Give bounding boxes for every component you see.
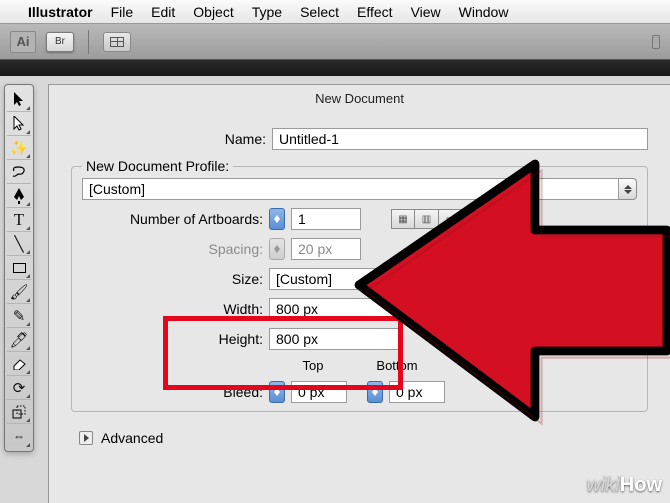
height-input[interactable]	[269, 328, 399, 350]
spacing-stepper	[269, 238, 285, 260]
orientation-portrait-button[interactable]: ▯	[615, 328, 637, 350]
advanced-label: Advanced	[101, 430, 163, 446]
bleed-bottom-stepper[interactable]	[367, 381, 383, 403]
artboard-arrangement-group: ▦ ▥ ▭ ▯	[391, 209, 487, 229]
size-select-arrows-icon[interactable]	[619, 268, 637, 290]
type-tool[interactable]: T	[7, 208, 31, 232]
menubar-window[interactable]: Window	[459, 4, 509, 20]
eraser-tool[interactable]	[7, 352, 31, 376]
watermark: wikiHow	[586, 474, 662, 497]
columns-stepper	[483, 238, 499, 260]
rectangle-tool[interactable]	[7, 256, 31, 280]
magic-wand-tool[interactable]: ✨	[7, 136, 31, 160]
menubar-effect[interactable]: Effect	[357, 4, 393, 20]
menubar-app[interactable]: Illustrator	[28, 4, 93, 20]
artboards-input[interactable]	[291, 208, 361, 230]
document-tab-rail	[0, 60, 670, 76]
columns-input	[505, 238, 559, 260]
grid-by-column-button[interactable]: ▥	[415, 209, 439, 229]
bleed-label: Bleed:	[82, 384, 263, 400]
units-select-arrows-icon[interactable]	[619, 298, 637, 320]
arrange-documents-button[interactable]	[103, 32, 131, 52]
profile-label: New Document Profile:	[82, 158, 233, 174]
width-label: Width:	[82, 301, 263, 317]
menubar-file[interactable]: File	[111, 4, 134, 20]
artboards-stepper[interactable]	[269, 208, 285, 230]
menubar-type[interactable]: Type	[252, 4, 282, 20]
rotate-tool[interactable]: ⟳	[7, 376, 31, 400]
profile-select-arrows-icon[interactable]	[619, 178, 637, 200]
advanced-disclosure-icon[interactable]	[79, 431, 93, 445]
menubar-view[interactable]: View	[411, 4, 441, 20]
spacing-label: Spacing:	[82, 241, 263, 257]
name-label: Name:	[71, 131, 266, 147]
height-label: Height:	[82, 331, 263, 347]
blob-brush-tool[interactable]: 🖊	[7, 328, 31, 352]
bleed-headers: Top Bottom	[283, 358, 637, 373]
arrange-row-button[interactable]: ▭	[439, 209, 463, 229]
direct-selection-tool[interactable]	[7, 112, 31, 136]
artboards-label: Number of Artboards:	[82, 211, 263, 227]
bleed-top-input[interactable]	[291, 381, 347, 403]
layout-direction-button[interactable]: →	[511, 209, 537, 229]
bleed-bottom-input[interactable]	[389, 381, 445, 403]
menubar-select[interactable]: Select	[300, 4, 339, 20]
illustrator-logo-icon: Ai	[10, 31, 36, 53]
appbar-flyout-icon[interactable]	[652, 35, 660, 49]
new-document-dialog: New Document Name: New Document Profile:…	[48, 84, 670, 503]
line-tool[interactable]: ╲	[7, 232, 31, 256]
bleed-top-header: Top	[283, 358, 343, 373]
tools-panel: ✨ T ╲ 🖌 ✎ 🖊 ⟳ ⇔	[4, 84, 34, 452]
grid-by-row-button[interactable]: ▦	[391, 209, 415, 229]
menubar-object[interactable]: Object	[193, 4, 233, 20]
pencil-tool[interactable]: ✎	[7, 304, 31, 328]
arrange-column-button[interactable]: ▯	[463, 209, 487, 229]
pen-tool[interactable]	[7, 184, 31, 208]
dialog-title: New Document	[49, 85, 670, 114]
separator	[88, 30, 89, 54]
width-tool[interactable]: ⇔	[7, 424, 31, 448]
app-bar: Ai Br	[0, 24, 670, 60]
profile-select[interactable]: [Custom]	[82, 178, 619, 200]
columns-label: Columns:	[367, 241, 477, 257]
lasso-tool[interactable]	[7, 160, 31, 184]
scale-tool[interactable]	[7, 400, 31, 424]
mac-menubar: Illustrator File Edit Object Type Select…	[0, 0, 670, 24]
size-label: Size:	[82, 271, 263, 287]
selection-tool[interactable]	[7, 88, 31, 112]
menubar-edit[interactable]: Edit	[151, 4, 175, 20]
bleed-top-stepper[interactable]	[269, 381, 285, 403]
profile-fieldset: New Document Profile: [Custom] Number of…	[71, 158, 648, 412]
width-input[interactable]	[269, 298, 399, 320]
paintbrush-tool[interactable]: 🖌	[7, 280, 31, 304]
name-input[interactable]	[272, 128, 648, 150]
size-select[interactable]: [Custom]	[269, 268, 619, 290]
advanced-section[interactable]: Advanced	[79, 430, 648, 446]
spacing-input	[291, 238, 361, 260]
bridge-button[interactable]: Br	[46, 32, 74, 52]
bleed-bottom-header: Bottom	[367, 358, 427, 373]
